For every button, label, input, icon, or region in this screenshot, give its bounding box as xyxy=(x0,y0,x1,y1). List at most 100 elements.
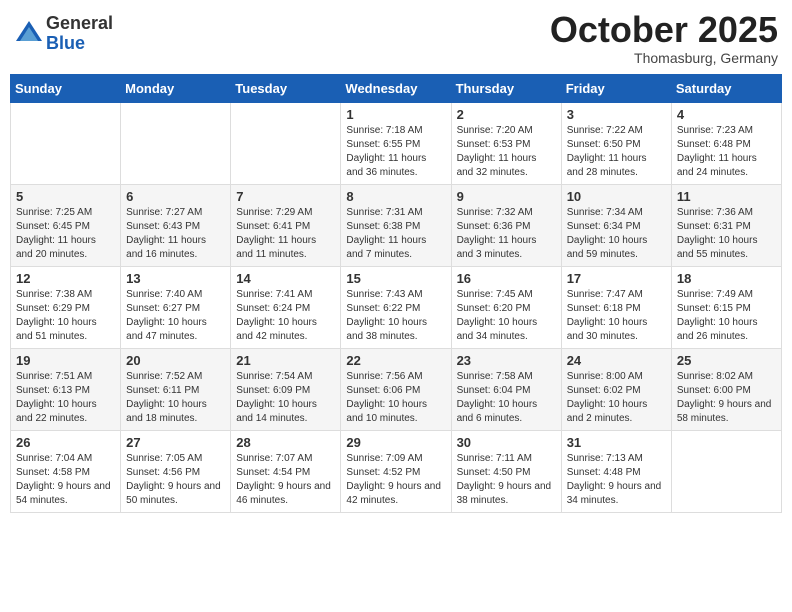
day-info: Sunrise: 7:43 AM Sunset: 6:22 PM Dayligh… xyxy=(346,288,445,344)
calendar-cell: 17 Sunrise: 7:47 AM Sunset: 6:18 PM Dayli… xyxy=(561,266,671,348)
day-number: 8 xyxy=(346,189,445,204)
calendar-cell: 9 Sunrise: 7:32 AM Sunset: 6:36 PM Daylig… xyxy=(451,184,561,266)
day-info: Sunrise: 7:56 AM Sunset: 6:06 PM Dayligh… xyxy=(346,370,445,426)
day-info: Sunrise: 7:05 AM Sunset: 4:56 PM Dayligh… xyxy=(126,452,225,508)
day-number: 26 xyxy=(16,435,115,450)
day-info: Sunrise: 7:32 AM Sunset: 6:36 PM Dayligh… xyxy=(457,206,556,262)
calendar-cell: 18 Sunrise: 7:49 AM Sunset: 6:15 PM Dayli… xyxy=(671,266,781,348)
day-number: 25 xyxy=(677,353,776,368)
day-info: Sunrise: 7:49 AM Sunset: 6:15 PM Dayligh… xyxy=(677,288,776,344)
day-info: Sunrise: 7:51 AM Sunset: 6:13 PM Dayligh… xyxy=(16,370,115,426)
calendar-cell: 7 Sunrise: 7:29 AM Sunset: 6:41 PM Daylig… xyxy=(231,184,341,266)
calendar-week-row: 19 Sunrise: 7:51 AM Sunset: 6:13 PM Dayli… xyxy=(11,348,782,430)
calendar-cell: 21 Sunrise: 7:54 AM Sunset: 6:09 PM Dayli… xyxy=(231,348,341,430)
day-info: Sunrise: 7:18 AM Sunset: 6:55 PM Dayligh… xyxy=(346,124,445,180)
day-info: Sunrise: 7:47 AM Sunset: 6:18 PM Dayligh… xyxy=(567,288,666,344)
day-number: 21 xyxy=(236,353,335,368)
day-number: 20 xyxy=(126,353,225,368)
day-number: 12 xyxy=(16,271,115,286)
page-header: General Blue October 2025 Thomasburg, Ge… xyxy=(10,10,782,66)
calendar-cell: 19 Sunrise: 7:51 AM Sunset: 6:13 PM Dayli… xyxy=(11,348,121,430)
day-header: Tuesday xyxy=(231,74,341,102)
day-header: Thursday xyxy=(451,74,561,102)
calendar-cell: 10 Sunrise: 7:34 AM Sunset: 6:34 PM Dayli… xyxy=(561,184,671,266)
day-info: Sunrise: 7:58 AM Sunset: 6:04 PM Dayligh… xyxy=(457,370,556,426)
day-info: Sunrise: 7:40 AM Sunset: 6:27 PM Dayligh… xyxy=(126,288,225,344)
day-number: 9 xyxy=(457,189,556,204)
day-info: Sunrise: 7:54 AM Sunset: 6:09 PM Dayligh… xyxy=(236,370,335,426)
calendar-cell: 16Sunrise: 7:45 AM Sunset: 6:20 PM Dayli… xyxy=(451,266,561,348)
calendar-week-row: 1 Sunrise: 7:18 AM Sunset: 6:55 PM Daylig… xyxy=(11,102,782,184)
calendar-week-row: 12Sunrise: 7:38 AM Sunset: 6:29 PM Dayli… xyxy=(11,266,782,348)
calendar-cell xyxy=(121,102,231,184)
day-info: Sunrise: 8:00 AM Sunset: 6:02 PM Dayligh… xyxy=(567,370,666,426)
calendar-cell: 13 Sunrise: 7:40 AM Sunset: 6:27 PM Dayli… xyxy=(121,266,231,348)
day-number: 17 xyxy=(567,271,666,286)
logo-blue: Blue xyxy=(46,34,113,54)
calendar-cell: 27Sunrise: 7:05 AM Sunset: 4:56 PM Dayli… xyxy=(121,430,231,512)
day-number: 13 xyxy=(126,271,225,286)
day-info: Sunrise: 7:25 AM Sunset: 6:45 PM Dayligh… xyxy=(16,206,115,262)
day-info: Sunrise: 7:13 AM Sunset: 4:48 PM Dayligh… xyxy=(567,452,666,508)
day-number: 18 xyxy=(677,271,776,286)
calendar-cell: 6Sunrise: 7:27 AM Sunset: 6:43 PM Daylig… xyxy=(121,184,231,266)
day-info: Sunrise: 7:20 AM Sunset: 6:53 PM Dayligh… xyxy=(457,124,556,180)
day-info: Sunrise: 7:27 AM Sunset: 6:43 PM Dayligh… xyxy=(126,206,225,262)
calendar-cell xyxy=(11,102,121,184)
day-info: Sunrise: 7:11 AM Sunset: 4:50 PM Dayligh… xyxy=(457,452,556,508)
day-number: 7 xyxy=(236,189,335,204)
calendar-cell: 4 Sunrise: 7:23 AM Sunset: 6:48 PM Daylig… xyxy=(671,102,781,184)
day-header: Saturday xyxy=(671,74,781,102)
day-header: Friday xyxy=(561,74,671,102)
day-number: 29 xyxy=(346,435,445,450)
day-number: 14 xyxy=(236,271,335,286)
day-header: Monday xyxy=(121,74,231,102)
logo-general: General xyxy=(46,14,113,34)
day-info: Sunrise: 7:07 AM Sunset: 4:54 PM Dayligh… xyxy=(236,452,335,508)
day-info: Sunrise: 7:52 AM Sunset: 6:11 PM Dayligh… xyxy=(126,370,225,426)
day-info: Sunrise: 7:22 AM Sunset: 6:50 PM Dayligh… xyxy=(567,124,666,180)
day-number: 22 xyxy=(346,353,445,368)
day-info: Sunrise: 7:36 AM Sunset: 6:31 PM Dayligh… xyxy=(677,206,776,262)
day-number: 11 xyxy=(677,189,776,204)
day-number: 4 xyxy=(677,107,776,122)
day-number: 10 xyxy=(567,189,666,204)
calendar-cell: 30 Sunrise: 7:11 AM Sunset: 4:50 PM Dayli… xyxy=(451,430,561,512)
day-info: Sunrise: 7:04 AM Sunset: 4:58 PM Dayligh… xyxy=(16,452,115,508)
day-number: 19 xyxy=(16,353,115,368)
day-header: Sunday xyxy=(11,74,121,102)
day-info: Sunrise: 7:31 AM Sunset: 6:38 PM Dayligh… xyxy=(346,206,445,262)
day-number: 24 xyxy=(567,353,666,368)
day-number: 5 xyxy=(16,189,115,204)
day-number: 31 xyxy=(567,435,666,450)
day-number: 16 xyxy=(457,271,556,286)
calendar-cell: 15Sunrise: 7:43 AM Sunset: 6:22 PM Dayli… xyxy=(341,266,451,348)
calendar-cell: 14Sunrise: 7:41 AM Sunset: 6:24 PM Dayli… xyxy=(231,266,341,348)
day-info: Sunrise: 7:29 AM Sunset: 6:41 PM Dayligh… xyxy=(236,206,335,262)
location-subtitle: Thomasburg, Germany xyxy=(550,50,778,66)
day-info: Sunrise: 8:02 AM Sunset: 6:00 PM Dayligh… xyxy=(677,370,776,426)
calendar-table: SundayMondayTuesdayWednesdayThursdayFrid… xyxy=(10,74,782,513)
calendar-cell xyxy=(231,102,341,184)
calendar-cell: 31 Sunrise: 7:13 AM Sunset: 4:48 PM Dayli… xyxy=(561,430,671,512)
calendar-cell: 12Sunrise: 7:38 AM Sunset: 6:29 PM Dayli… xyxy=(11,266,121,348)
calendar-header-row: SundayMondayTuesdayWednesdayThursdayFrid… xyxy=(11,74,782,102)
calendar-cell: 2Sunrise: 7:20 AM Sunset: 6:53 PM Daylig… xyxy=(451,102,561,184)
calendar-cell: 20 Sunrise: 7:52 AM Sunset: 6:11 PM Dayli… xyxy=(121,348,231,430)
title-area: October 2025 Thomasburg, Germany xyxy=(550,10,778,66)
calendar-cell: 28Sunrise: 7:07 AM Sunset: 4:54 PM Dayli… xyxy=(231,430,341,512)
day-number: 23 xyxy=(457,353,556,368)
calendar-cell: 29 Sunrise: 7:09 AM Sunset: 4:52 PM Dayli… xyxy=(341,430,451,512)
day-info: Sunrise: 7:34 AM Sunset: 6:34 PM Dayligh… xyxy=(567,206,666,262)
day-header: Wednesday xyxy=(341,74,451,102)
logo-text: General Blue xyxy=(46,14,113,54)
calendar-cell: 26 Sunrise: 7:04 AM Sunset: 4:58 PM Dayli… xyxy=(11,430,121,512)
day-info: Sunrise: 7:23 AM Sunset: 6:48 PM Dayligh… xyxy=(677,124,776,180)
calendar-week-row: 5 Sunrise: 7:25 AM Sunset: 6:45 PM Daylig… xyxy=(11,184,782,266)
day-number: 1 xyxy=(346,107,445,122)
calendar-cell: 22 Sunrise: 7:56 AM Sunset: 6:06 PM Dayli… xyxy=(341,348,451,430)
calendar-cell: 24 Sunrise: 8:00 AM Sunset: 6:02 PM Dayli… xyxy=(561,348,671,430)
day-number: 30 xyxy=(457,435,556,450)
calendar-cell: 23 Sunrise: 7:58 AM Sunset: 6:04 PM Dayli… xyxy=(451,348,561,430)
day-info: Sunrise: 7:09 AM Sunset: 4:52 PM Dayligh… xyxy=(346,452,445,508)
